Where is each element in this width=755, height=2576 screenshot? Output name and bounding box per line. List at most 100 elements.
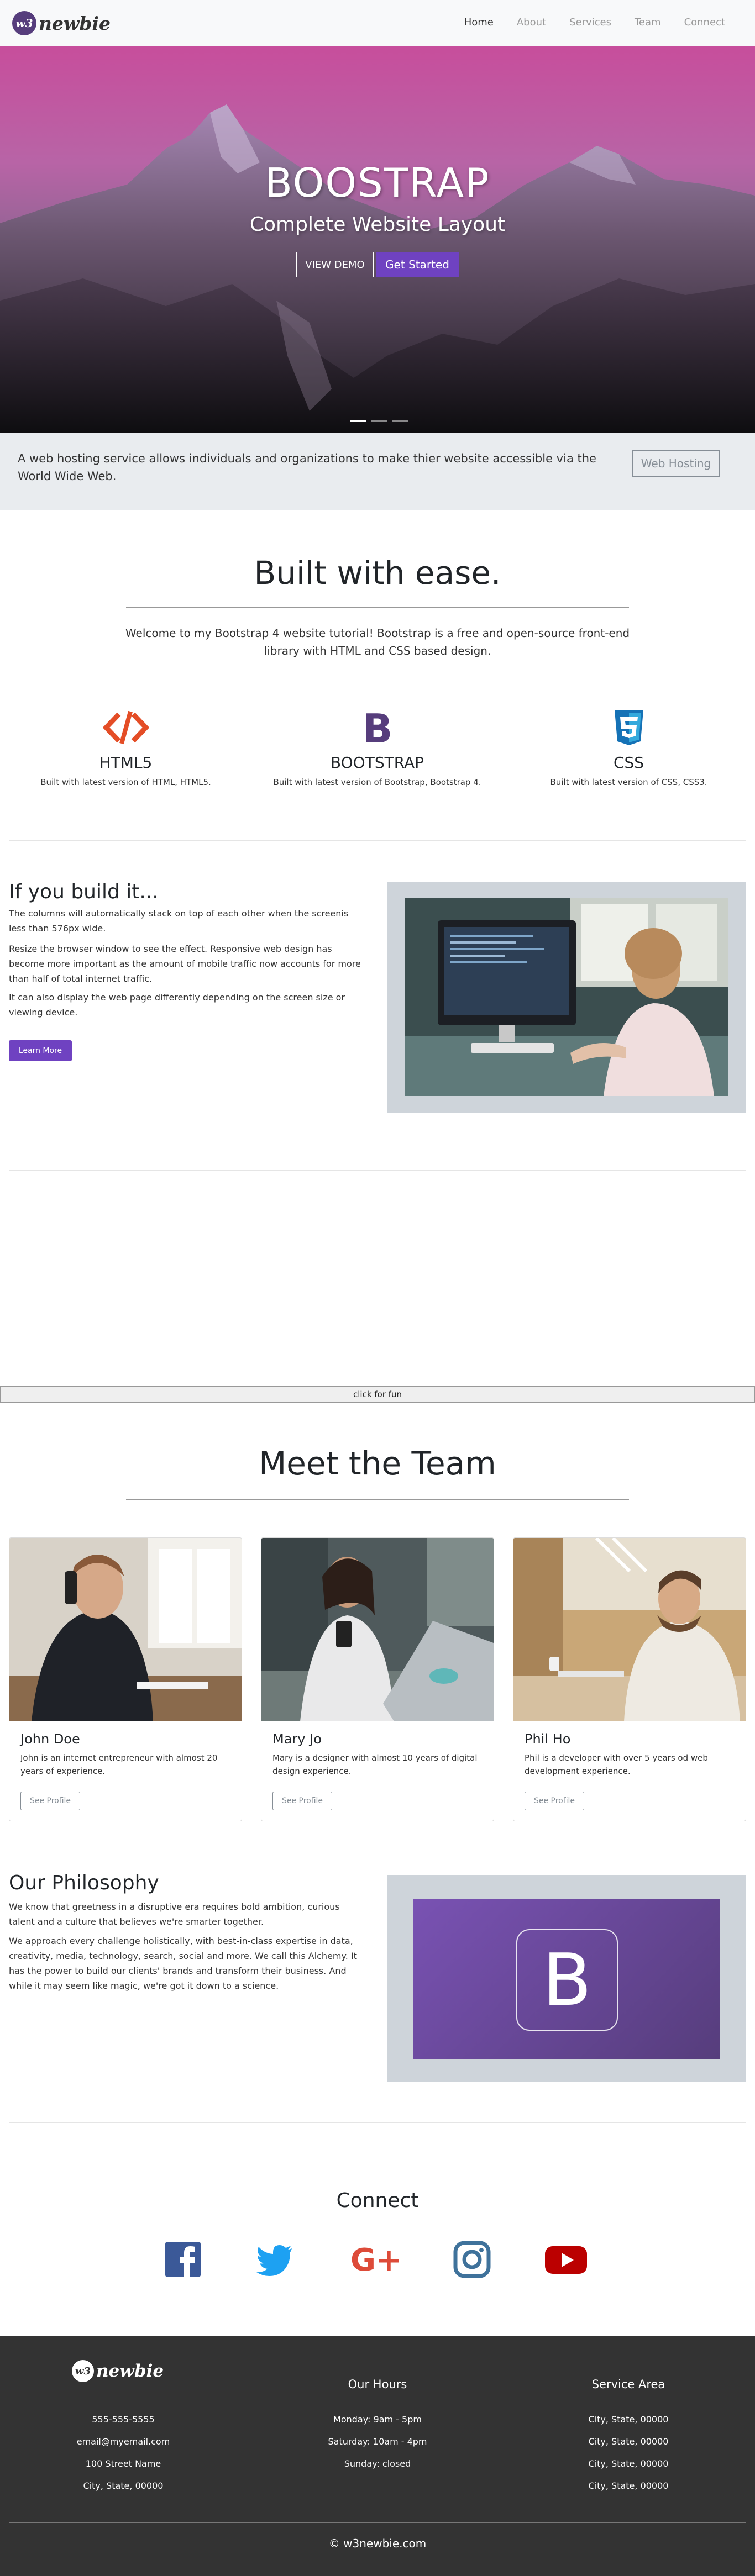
- carousel-indicator[interactable]: [350, 420, 366, 422]
- site-logo[interactable]: w3 newbie: [12, 10, 111, 36]
- philosophy-title: Our Philosophy: [9, 1872, 159, 1894]
- feature-text: Built with latest version of CSS, CSS3.: [550, 777, 707, 787]
- team-card-phil: Phil Ho Phil is a developer with over 5 …: [513, 1537, 746, 1821]
- instagram-icon[interactable]: [452, 2240, 492, 2279]
- feature-title: BOOTSTRAP: [330, 754, 424, 772]
- feature-title: HTML5: [99, 754, 153, 772]
- html5-icon: [0, 708, 251, 747]
- footer-contact-list: 555-555-5555 email@myemail.com 100 Stree…: [34, 2409, 212, 2497]
- team-card-mary: Mary Jo Mary is a designer with almost 1…: [261, 1537, 494, 1821]
- footer-email[interactable]: email@myemail.com: [34, 2431, 212, 2453]
- see-profile-button[interactable]: See Profile: [20, 1792, 80, 1810]
- facebook-icon[interactable]: [163, 2240, 203, 2279]
- build-paragraph: The columns will automatically stack on …: [9, 908, 349, 934]
- google-plus-icon[interactable]: G+: [350, 2240, 402, 2279]
- nav-link-connect[interactable]: Connect: [684, 17, 725, 28]
- mary-photo: [261, 1538, 494, 1721]
- css3-icon: [503, 708, 754, 747]
- woman-at-computer-image: [405, 898, 728, 1096]
- team-card-john: John Doe John is an internet entrepreneu…: [9, 1537, 242, 1821]
- carousel-indicator[interactable]: [371, 420, 387, 422]
- footer-area-item: City, State, 00000: [588, 2480, 669, 2491]
- footer-hours-title: Our Hours: [348, 2378, 407, 2391]
- svg-text:G+: G+: [350, 2242, 400, 2278]
- footer-area-item: City, State, 00000: [588, 2414, 669, 2425]
- philosophy-paragraph: We approach every challenge holistically…: [9, 1936, 357, 1991]
- footer-city: City, State, 00000: [83, 2480, 164, 2491]
- feature-title: CSS: [613, 754, 644, 772]
- youtube-icon[interactable]: [544, 2240, 588, 2279]
- welcome-lead: Welcome to my Bootstrap 4 website tutori…: [125, 626, 630, 657]
- footer-area-item: City, State, 00000: [588, 2458, 669, 2469]
- footer-bottom-divider: [9, 2522, 746, 2523]
- feature-html5: HTML5 Built with latest version of HTML,…: [0, 708, 251, 787]
- footer-logo[interactable]: w3 newbie: [72, 2360, 164, 2382]
- bootstrap-logo-icon: B: [516, 1929, 618, 2031]
- team-member-name: Phil Ho: [525, 1731, 571, 1747]
- nav-links: Home About Services Team Connect: [464, 17, 725, 28]
- john-photo: [9, 1538, 242, 1721]
- footer-hours-item: Sunday: closed: [344, 2458, 411, 2469]
- team-divider: [126, 1499, 629, 1500]
- team-member-name: John Doe: [20, 1731, 80, 1747]
- footer-street: 100 Street Name: [85, 2458, 161, 2469]
- build-paragraph: Resize the browser window to see the eff…: [9, 944, 361, 984]
- team-member-name: Mary Jo: [272, 1731, 322, 1747]
- get-started-button[interactable]: Get Started: [376, 252, 459, 277]
- team-member-bio: Phil is a developer with over 5 years od…: [525, 1753, 708, 1776]
- jumbotron-text: A web hosting service allows individuals…: [18, 452, 596, 483]
- view-demo-button[interactable]: VIEW DEMO: [296, 252, 374, 277]
- hero-carousel[interactable]: BOOSTRAP Complete Website Layout VIEW DE…: [0, 46, 755, 433]
- footer-area-item: City, State, 00000: [588, 2436, 669, 2447]
- learn-more-button[interactable]: Learn More: [9, 1040, 72, 1061]
- see-profile-button[interactable]: See Profile: [272, 1792, 332, 1810]
- nav-link-services[interactable]: Services: [569, 17, 611, 28]
- footer-hours-item: Saturday: 10am - 4pm: [328, 2436, 427, 2447]
- welcome-title: Built with ease.: [254, 554, 501, 592]
- footer-phone: 555-555-5555: [92, 2414, 155, 2425]
- bootstrap-icon: B: [251, 708, 503, 747]
- team-member-bio: John is an internet entrepreneur with al…: [20, 1753, 218, 1776]
- nav-link-team[interactable]: Team: [635, 17, 661, 28]
- hero-subtitle: Complete Website Layout: [249, 213, 506, 236]
- footer-logo-text: newbie: [96, 2361, 164, 2381]
- footer-hours-list: Monday: 9am - 5pm Saturday: 10am - 4pm S…: [289, 2409, 466, 2475]
- phil-photo: [513, 1538, 746, 1721]
- logo-text: newbie: [39, 12, 111, 34]
- navbar: w3 newbie Home About Services Team Conne…: [0, 0, 755, 46]
- footer-area-list: City, State, 00000 City, State, 00000 Ci…: [539, 2409, 717, 2497]
- bootstrap-image-frame: B: [387, 1875, 746, 2082]
- team-member-bio: Mary is a designer with almost 10 years …: [272, 1753, 478, 1776]
- build-title: If you build it...: [9, 881, 159, 903]
- connect-title: Connect: [336, 2189, 419, 2212]
- feature-text: Built with latest version of HTML, HTML5…: [40, 777, 211, 787]
- feature-bootstrap: B BOOTSTRAP Built with latest version of…: [251, 708, 503, 787]
- footer-logo-badge: w3: [72, 2360, 94, 2382]
- hero-title: BOOSTRAP: [265, 160, 490, 206]
- desk-image-frame: [387, 882, 746, 1113]
- footer-area-title: Service Area: [591, 2378, 665, 2391]
- section-divider: [9, 840, 746, 841]
- copyright-text: © w3newbie.com: [328, 2537, 427, 2550]
- feature-text: Built with latest version of Bootstrap, …: [273, 777, 481, 787]
- philosophy-paragraph: We know that greetness in a disruptive e…: [9, 1901, 340, 1927]
- section-divider: [9, 2122, 746, 2123]
- web-hosting-button[interactable]: Web Hosting: [632, 450, 720, 477]
- nav-link-home[interactable]: Home: [464, 17, 494, 28]
- team-title: Meet the Team: [259, 1445, 496, 1482]
- nav-link-about[interactable]: About: [517, 17, 546, 28]
- twitter-icon[interactable]: [254, 2240, 294, 2279]
- bootstrap-banner: B: [413, 1899, 720, 2059]
- see-profile-button[interactable]: See Profile: [525, 1792, 584, 1810]
- welcome-divider: [126, 607, 629, 608]
- click-for-fun-button[interactable]: click for fun: [0, 1386, 755, 1403]
- footer-hours-item: Monday: 9am - 5pm: [333, 2414, 422, 2425]
- build-paragraph: It can also display the web page differe…: [9, 992, 345, 1018]
- carousel-indicator[interactable]: [392, 420, 408, 422]
- logo-badge: w3: [12, 11, 36, 35]
- svg-text:B: B: [362, 708, 392, 747]
- carousel-indicators: [350, 420, 408, 422]
- section-divider: [9, 1170, 746, 1171]
- footer: w3 newbie 555-555-5555 email@myemail.com…: [0, 2336, 755, 2576]
- feature-css: CSS Built with latest version of CSS, CS…: [503, 708, 754, 787]
